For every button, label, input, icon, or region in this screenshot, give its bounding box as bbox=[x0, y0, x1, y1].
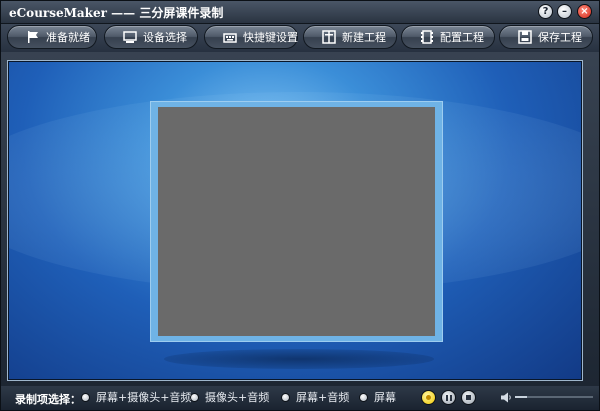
option-screen-audio[interactable]: 屏幕+音频 bbox=[281, 391, 351, 405]
volume-slider[interactable] bbox=[515, 392, 593, 402]
film-config-icon bbox=[421, 30, 433, 44]
hotkey-settings-label: 快捷键设置 bbox=[243, 31, 298, 44]
option-screen[interactable]: 屏幕 bbox=[359, 391, 404, 405]
radio-screen-camera-audio[interactable] bbox=[81, 393, 90, 402]
configure-project-label: 配置工程 bbox=[440, 31, 484, 44]
save-project-label: 保存工程 bbox=[538, 31, 582, 44]
new-project-icon bbox=[322, 30, 336, 44]
record-items-label: 录制项选择： bbox=[15, 393, 81, 406]
screen-shadow bbox=[164, 349, 434, 369]
volume-fill bbox=[515, 396, 527, 398]
option-screen-audio-label: 屏幕+音频 bbox=[296, 391, 350, 404]
title-bar[interactable]: eCourseMaker —— 三分屏课件录制 ? – × bbox=[1, 1, 599, 24]
record-button[interactable] bbox=[421, 390, 436, 405]
preview-stage bbox=[9, 62, 581, 379]
minimize-button[interactable]: – bbox=[557, 4, 572, 19]
save-icon bbox=[518, 30, 532, 44]
radio-screen-audio[interactable] bbox=[281, 393, 290, 402]
option-camera-audio-label: 摄像头+音频 bbox=[205, 391, 270, 404]
option-camera-audio[interactable]: 摄像头+音频 bbox=[190, 391, 270, 405]
screen-preview-border bbox=[150, 101, 443, 342]
option-screen-camera-audio-label: 屏幕+摄像头+音频 bbox=[96, 391, 192, 404]
keyboard-icon bbox=[223, 33, 237, 43]
new-project-button[interactable]: 新建工程 bbox=[303, 25, 397, 49]
hotkey-settings-button[interactable]: 快捷键设置 bbox=[204, 25, 298, 49]
ready-button[interactable]: 准备就绪 bbox=[7, 25, 97, 49]
new-project-label: 新建工程 bbox=[342, 31, 386, 44]
monitor-icon bbox=[123, 31, 137, 43]
option-screen-label: 屏幕 bbox=[374, 391, 396, 404]
ready-label: 准备就绪 bbox=[46, 31, 90, 44]
device-select-label: 设备选择 bbox=[143, 31, 187, 44]
save-project-button[interactable]: 保存工程 bbox=[499, 25, 593, 49]
help-button[interactable]: ? bbox=[538, 4, 553, 19]
radio-screen[interactable] bbox=[359, 393, 368, 402]
flag-icon bbox=[28, 31, 38, 43]
stop-button[interactable] bbox=[461, 390, 476, 405]
configure-project-button[interactable]: 配置工程 bbox=[401, 25, 495, 49]
window-title: eCourseMaker —— 三分屏课件录制 bbox=[9, 6, 224, 20]
device-select-button[interactable]: 设备选择 bbox=[104, 25, 198, 49]
recording-bar: 录制项选择： 屏幕+摄像头+音频 摄像头+音频 屏幕+音频 屏幕 bbox=[1, 386, 599, 410]
volume-icon[interactable] bbox=[500, 391, 512, 404]
volume-track bbox=[515, 396, 593, 398]
close-button[interactable]: × bbox=[577, 4, 592, 19]
pause-button[interactable] bbox=[441, 390, 456, 405]
app-window: eCourseMaker —— 三分屏课件录制 ? – × 准备就绪 设备选择 bbox=[0, 0, 600, 411]
toolbar: 准备就绪 设备选择 快捷键设置 新建工程 配置工程 保存工程 bbox=[1, 24, 599, 52]
option-screen-camera-audio[interactable]: 屏幕+摄像头+音频 bbox=[81, 391, 191, 405]
preview-frame bbox=[7, 60, 583, 381]
radio-camera-audio[interactable] bbox=[190, 393, 199, 402]
screen-preview[interactable] bbox=[158, 107, 435, 336]
